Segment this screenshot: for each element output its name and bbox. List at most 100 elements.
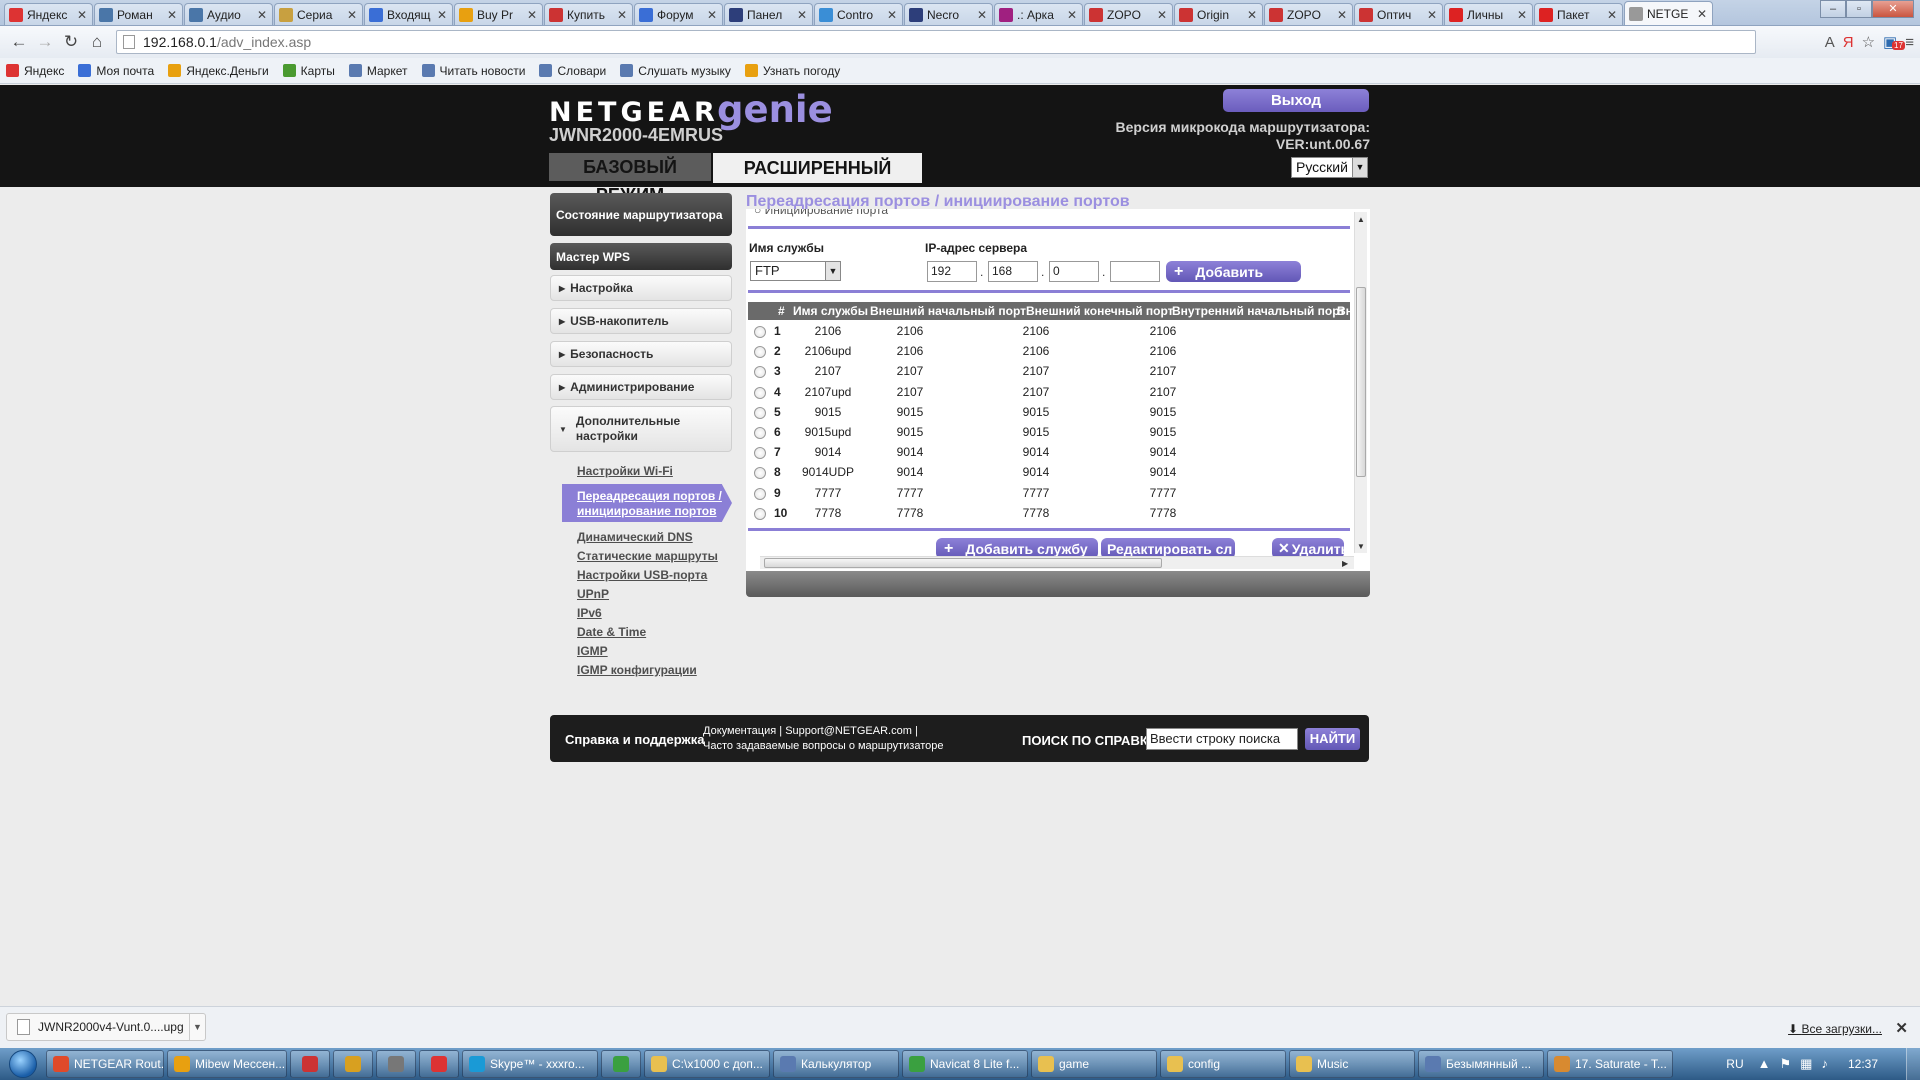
- tab-close-icon[interactable]: ✕: [1246, 8, 1258, 22]
- browser-tab[interactable]: Панел ✕: [724, 3, 813, 25]
- ip-octet-1-input[interactable]: 192: [927, 261, 977, 282]
- submenu-ipv6[interactable]: IPv6: [577, 606, 602, 620]
- menu-usb-storage[interactable]: ▶ USB-накопитель: [550, 308, 732, 334]
- tab-close-icon[interactable]: ✕: [886, 8, 898, 22]
- table-row[interactable]: 6 9015upd 9015 9015 9015: [748, 421, 1348, 441]
- table-row[interactable]: 4 2107upd 2107 2107 2107: [748, 381, 1348, 401]
- forward-button[interactable]: →: [32, 30, 58, 54]
- tab-close-icon[interactable]: ✕: [706, 8, 718, 22]
- tab-close-icon[interactable]: ✕: [796, 8, 808, 22]
- tab-close-icon[interactable]: ✕: [1336, 8, 1348, 22]
- ip-octet-3-input[interactable]: 0: [1049, 261, 1099, 282]
- taskbar-item[interactable]: config: [1160, 1050, 1286, 1078]
- submenu-dynamic-dns[interactable]: Динамический DNS: [577, 530, 693, 544]
- all-downloads-link[interactable]: ⬇ Все загрузки...: [1788, 1022, 1882, 1036]
- menu-advanced-setup[interactable]: ▼ Дополнительные настройки: [550, 406, 732, 452]
- menu-administration[interactable]: ▶ Администрирование: [550, 374, 732, 400]
- browser-tab[interactable]: Аудио ✕: [184, 3, 273, 25]
- taskbar-item[interactable]: [333, 1050, 373, 1078]
- tab-basic[interactable]: БАЗОВЫЙ РЕЖИМ: [549, 153, 711, 205]
- network-icon[interactable]: ▦: [1800, 1056, 1812, 1072]
- submenu-upnp[interactable]: UPnP: [577, 587, 609, 601]
- taskbar-item[interactable]: [601, 1050, 641, 1078]
- scroll-up-icon[interactable]: ▲: [1357, 215, 1365, 224]
- browser-tab[interactable]: ZOPO ✕: [1084, 3, 1173, 25]
- extensions-icon[interactable]: ▣ 17: [1883, 33, 1905, 51]
- bookmark-item[interactable]: Яндекс.Деньги: [168, 64, 269, 78]
- maximize-button[interactable]: ▫: [1846, 0, 1872, 18]
- bookmark-item[interactable]: Карты: [282, 64, 335, 78]
- taskbar-item[interactable]: game: [1031, 1050, 1157, 1078]
- menu-wps-wizard[interactable]: Мастер WPS: [550, 243, 732, 270]
- submenu-igmp-config[interactable]: IGMP конфигурации: [577, 663, 697, 677]
- browser-tab[interactable]: Купить ✕: [544, 3, 633, 25]
- submenu-static-routes[interactable]: Статические маршруты: [577, 549, 718, 563]
- browser-tab[interactable]: Личны ✕: [1444, 3, 1533, 25]
- tab-close-icon[interactable]: ✕: [346, 8, 358, 22]
- bookmark-item[interactable]: Узнать погоду: [744, 64, 840, 78]
- yandex-extension-icon[interactable]: Я: [1843, 34, 1854, 51]
- bookmark-item[interactable]: Яндекс: [6, 64, 64, 78]
- vertical-scroll-thumb[interactable]: [1356, 287, 1366, 477]
- help-search-button[interactable]: НАЙТИ: [1305, 728, 1360, 750]
- browser-tab[interactable]: Contro ✕: [814, 3, 903, 25]
- service-name-select[interactable]: FTP ▼: [750, 261, 841, 281]
- browser-tab[interactable]: Buy Pr ✕: [454, 3, 543, 25]
- browser-tab[interactable]: Сериа ✕: [274, 3, 363, 25]
- browser-tab[interactable]: Роман ✕: [94, 3, 183, 25]
- ip-octet-4-input[interactable]: [1110, 261, 1160, 282]
- taskbar-item[interactable]: 17. Saturate - T...: [1547, 1050, 1673, 1078]
- scroll-down-icon[interactable]: ▼: [1357, 542, 1365, 551]
- taskbar-item[interactable]: [290, 1050, 330, 1078]
- help-search-input[interactable]: Ввести строку поиска: [1146, 728, 1298, 750]
- menu-router-status[interactable]: Состояние маршрутизатора: [550, 193, 732, 236]
- menu-setup[interactable]: ▶ Настройка: [550, 275, 732, 301]
- window-close-button[interactable]: ✕: [1872, 0, 1914, 18]
- clock[interactable]: 12:37: [1848, 1057, 1878, 1071]
- submenu-port-forwarding[interactable]: Переадресация портов / инициирование пор…: [562, 484, 732, 522]
- table-row[interactable]: 8 9014UDP 9014 9014 9014: [748, 461, 1348, 481]
- vertical-scrollbar[interactable]: ▲ ▼: [1354, 212, 1367, 553]
- add-button[interactable]: + Добавить: [1166, 261, 1301, 282]
- language-select[interactable]: Русский ▼: [1291, 157, 1368, 178]
- browser-tab[interactable]: .: Арка ✕: [994, 3, 1083, 25]
- minimize-button[interactable]: –: [1820, 0, 1846, 18]
- tab-close-icon[interactable]: ✕: [526, 8, 538, 22]
- taskbar-item[interactable]: Mibew Мессен...: [167, 1050, 287, 1078]
- taskbar-item[interactable]: NETGEAR Rout...: [46, 1050, 164, 1078]
- volume-icon[interactable]: ♪: [1821, 1056, 1828, 1072]
- table-row[interactable]: 2 2106upd 2106 2106 2106: [748, 340, 1348, 360]
- browser-tab[interactable]: Origin ✕: [1174, 3, 1263, 25]
- download-item[interactable]: JWNR2000v4-Vunt.0....upg ▼: [6, 1013, 206, 1041]
- browser-tab[interactable]: Necro ✕: [904, 3, 993, 25]
- support-email-link[interactable]: Support@NETGEAR.com: [785, 725, 912, 737]
- tab-close-icon[interactable]: ✕: [616, 8, 628, 22]
- horizontal-scroll-thumb[interactable]: [764, 558, 1162, 568]
- table-row[interactable]: 1 2106 2106 2106 2106: [748, 320, 1348, 340]
- faq-link[interactable]: Часто задаваемые вопросы о маршрутизатор…: [703, 740, 944, 752]
- menu-icon[interactable]: ≡: [1905, 34, 1914, 51]
- back-button[interactable]: ←: [6, 30, 32, 54]
- tab-close-icon[interactable]: ✕: [256, 8, 268, 22]
- bookmark-item[interactable]: Маркет: [348, 64, 408, 78]
- row-select-radio[interactable]: [754, 447, 766, 460]
- tab-close-icon[interactable]: ✕: [1606, 8, 1618, 22]
- tab-close-icon[interactable]: ✕: [76, 8, 88, 22]
- taskbar-item[interactable]: Калькулятор: [773, 1050, 899, 1078]
- close-download-bar-icon[interactable]: ✕: [1895, 1019, 1908, 1037]
- submenu-usb-port-settings[interactable]: Настройки USB-порта: [577, 568, 707, 582]
- tray-expand-icon[interactable]: ▲: [1758, 1056, 1771, 1072]
- chevron-down-icon[interactable]: ▼: [189, 1014, 205, 1040]
- row-select-radio[interactable]: [754, 386, 766, 399]
- tab-advanced[interactable]: РАСШИРЕННЫЙ: [713, 153, 922, 183]
- taskbar-item[interactable]: [376, 1050, 416, 1078]
- tab-close-icon[interactable]: ✕: [1516, 8, 1528, 22]
- browser-tab[interactable]: Оптич ✕: [1354, 3, 1443, 25]
- taskbar-item[interactable]: [419, 1050, 459, 1078]
- bookmark-item[interactable]: Читать новости: [421, 64, 525, 78]
- bookmark-item[interactable]: Слушать музыку: [620, 64, 731, 78]
- browser-tab[interactable]: Форум ✕: [634, 3, 723, 25]
- port-triggering-option[interactable]: ○ Инициирование порта: [754, 209, 888, 217]
- taskbar-item[interactable]: Безымянный ...: [1418, 1050, 1544, 1078]
- taskbar-item[interactable]: C:\x1000 с доп...: [644, 1050, 770, 1078]
